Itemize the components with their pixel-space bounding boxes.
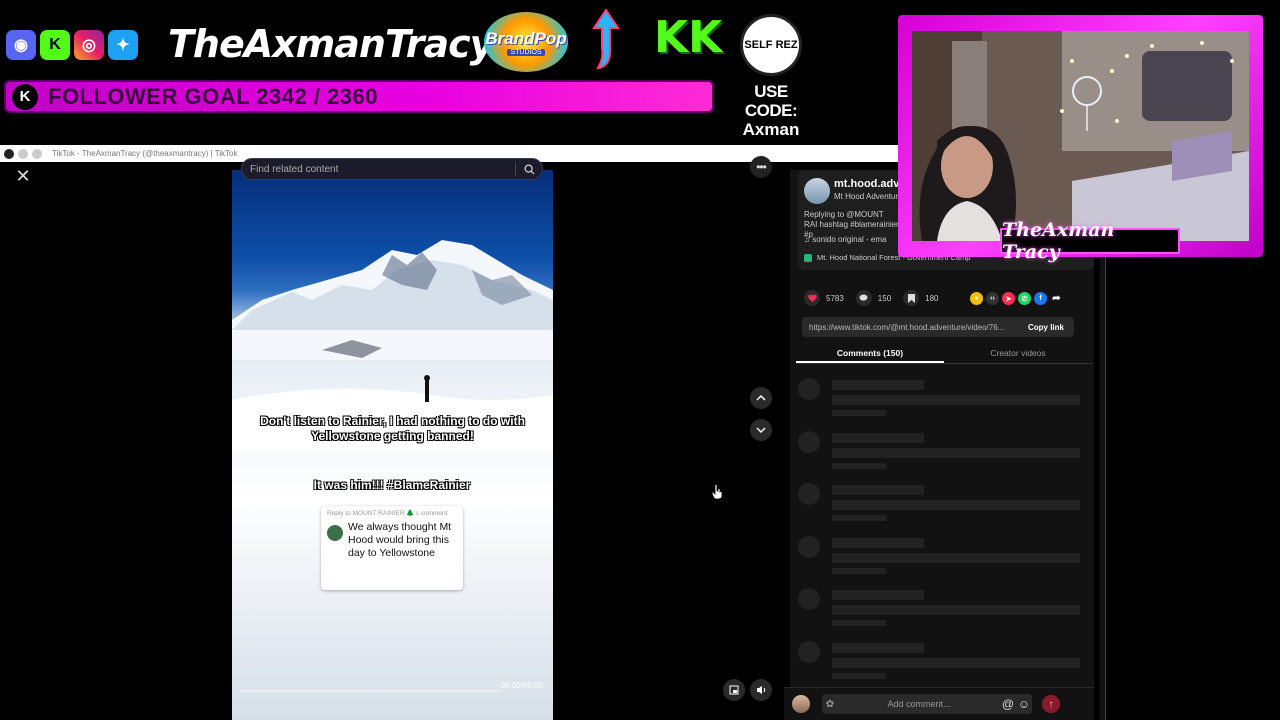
- facebook-icon[interactable]: f: [1034, 292, 1047, 305]
- refresh-icon[interactable]: [32, 148, 42, 159]
- sound-link[interactable]: ♫ sonido original - ema: [804, 235, 886, 244]
- brandpop-logo: BrandPop STUDIOS: [484, 12, 568, 72]
- like-button[interactable]: 5783: [804, 290, 844, 306]
- panel-tabs: Comments (150) Creator videos: [796, 342, 1092, 364]
- webcam-scene: [912, 31, 1249, 241]
- comment-list-loading: [798, 378, 1088, 693]
- mention-icon[interactable]: @: [1000, 697, 1016, 711]
- comment-skeleton: [798, 483, 1088, 536]
- share-buttons: ● ‹› ➤ ✆ f ➦: [970, 292, 1063, 305]
- video-link-text[interactable]: https://www.tiktok.com/@mt.hood.adventur…: [802, 323, 1018, 332]
- instagram-icon: ◎: [74, 30, 104, 60]
- reply-comment-text: We always thought Mt Hood would bring th…: [348, 521, 452, 559]
- twitter-icon: ✦: [108, 30, 138, 60]
- kk-logo: KK: [654, 12, 723, 63]
- close-button[interactable]: ✕: [11, 164, 35, 188]
- brandpop-logo-subtext: STUDIOS: [507, 48, 545, 56]
- author-display-name: Mt Hood Adventur: [834, 192, 899, 201]
- next-video-button[interactable]: [750, 419, 772, 441]
- tab-creator-videos[interactable]: Creator videos: [944, 342, 1092, 363]
- video-link-row: https://www.tiktok.com/@mt.hood.adventur…: [802, 317, 1074, 337]
- selfrez-logo: SELF REZ: [740, 14, 802, 76]
- video-player[interactable]: Don't listen to Rainier, I had nothing t…: [232, 170, 553, 720]
- heart-icon: [804, 290, 820, 306]
- follower-goal-bar: K FOLLOWER GOAL 2342 / 2360: [4, 80, 714, 113]
- whatsapp-icon[interactable]: ✆: [1018, 292, 1031, 305]
- volume-icon: [756, 686, 765, 694]
- follower-goal-text: FOLLOWER GOAL 2342 / 2360: [48, 83, 378, 109]
- save-count: 180: [925, 293, 939, 303]
- location-pin-icon: [804, 253, 812, 262]
- send-comment-button[interactable]: ↑: [1042, 695, 1060, 713]
- webcam-feed: [912, 31, 1249, 241]
- search-icon[interactable]: [516, 163, 542, 175]
- comment-skeleton: [798, 535, 1088, 589]
- search-bar: [241, 158, 543, 180]
- reply-comment-meta: Reply to MOUNT RAINIER 🌲's comment: [327, 510, 448, 517]
- video-caption: Don't listen to Rainier, I had nothing t…: [260, 414, 525, 443]
- use-code: USE CODE: Axman: [730, 82, 812, 139]
- comment-input[interactable]: [838, 699, 1000, 709]
- video-caption-hashtag: It was him!!! #BlameRainier: [313, 478, 471, 492]
- comment-input-wrap: ✿ @ ☺: [822, 694, 1032, 714]
- share-arrow-icon[interactable]: ➦: [1050, 292, 1063, 305]
- volume-button[interactable]: [750, 679, 772, 701]
- embed-icon[interactable]: ‹›: [986, 292, 999, 305]
- author-avatar[interactable]: [804, 178, 830, 204]
- engagement-stats: 5783 150 180: [804, 290, 951, 306]
- pip-icon: [729, 685, 739, 695]
- video-time: 00:00/00:00: [500, 681, 543, 690]
- use-code-value: Axman: [742, 120, 800, 139]
- send-icon[interactable]: ➤: [1002, 292, 1015, 305]
- social-icons: ◉ K ◎ ♪ ✦: [6, 30, 1106, 720]
- author-handle[interactable]: mt.hood.adve: [834, 178, 906, 190]
- more-options-icon[interactable]: •••: [750, 156, 772, 178]
- streamer-name: TheAxmanTracy: [168, 22, 494, 66]
- copy-link-button[interactable]: Copy link: [1018, 323, 1074, 332]
- hand-cursor-icon: [711, 484, 723, 500]
- comment-skeleton: [798, 430, 1088, 484]
- search-input[interactable]: [242, 163, 515, 175]
- comment-composer: ✿ @ ☺ ↑: [784, 687, 1094, 720]
- webcam-name-tag: TheAxman Tracy: [1000, 219, 1180, 263]
- repost-icon[interactable]: ●: [970, 292, 983, 305]
- comment-skeleton: [798, 588, 1088, 641]
- gif-icon[interactable]: ✿: [822, 699, 838, 710]
- selfrez-logo-text: SELF REZ: [744, 38, 798, 51]
- back-icon[interactable]: [18, 148, 28, 159]
- stream-screen: ◉ K ◎ ♪ ✦ TheAxmanTracy BrandPop STUDIOS…: [0, 0, 1280, 720]
- use-code-label: USE CODE:: [744, 82, 798, 120]
- comment-icon: [855, 290, 872, 306]
- brandpop-logo-text: BrandPop: [485, 28, 567, 48]
- like-count: 5783: [826, 293, 844, 303]
- kick-goal-icon: K: [12, 83, 38, 110]
- kick-icon: K: [40, 30, 70, 60]
- comment-count: 150: [877, 293, 892, 303]
- video-progress-bar[interactable]: [240, 690, 500, 692]
- comment-skeleton: [798, 378, 1088, 431]
- comment-skeleton: [798, 640, 1088, 694]
- chevron-down-icon: [756, 427, 766, 434]
- browser-tab-title[interactable]: TikTok - TheAxmanTracy (@theaxmantracy) …: [52, 149, 238, 158]
- bookmark-icon: [903, 290, 920, 306]
- comment-button[interactable]: 150: [855, 290, 892, 306]
- chevron-up-icon: [756, 394, 766, 401]
- browser-favicon-icon: [4, 148, 14, 159]
- discord-icon: ◉: [6, 30, 36, 60]
- tab-comments[interactable]: Comments (150): [796, 342, 944, 363]
- arrow-logo-icon: [592, 8, 620, 70]
- user-avatar: [792, 695, 810, 713]
- reply-avatar: [327, 525, 343, 541]
- previous-video-button[interactable]: [750, 387, 772, 409]
- save-button[interactable]: 180: [903, 290, 939, 306]
- stream-overlay: ◉ K ◎ ♪ ✦ TheAxmanTracy BrandPop STUDIOS…: [0, 0, 1106, 720]
- emoji-icon[interactable]: ☺: [1016, 697, 1032, 711]
- reply-comment-sticker: Reply to MOUNT RAINIER 🌲's comment We al…: [321, 506, 463, 590]
- picture-in-picture-button[interactable]: [723, 679, 745, 701]
